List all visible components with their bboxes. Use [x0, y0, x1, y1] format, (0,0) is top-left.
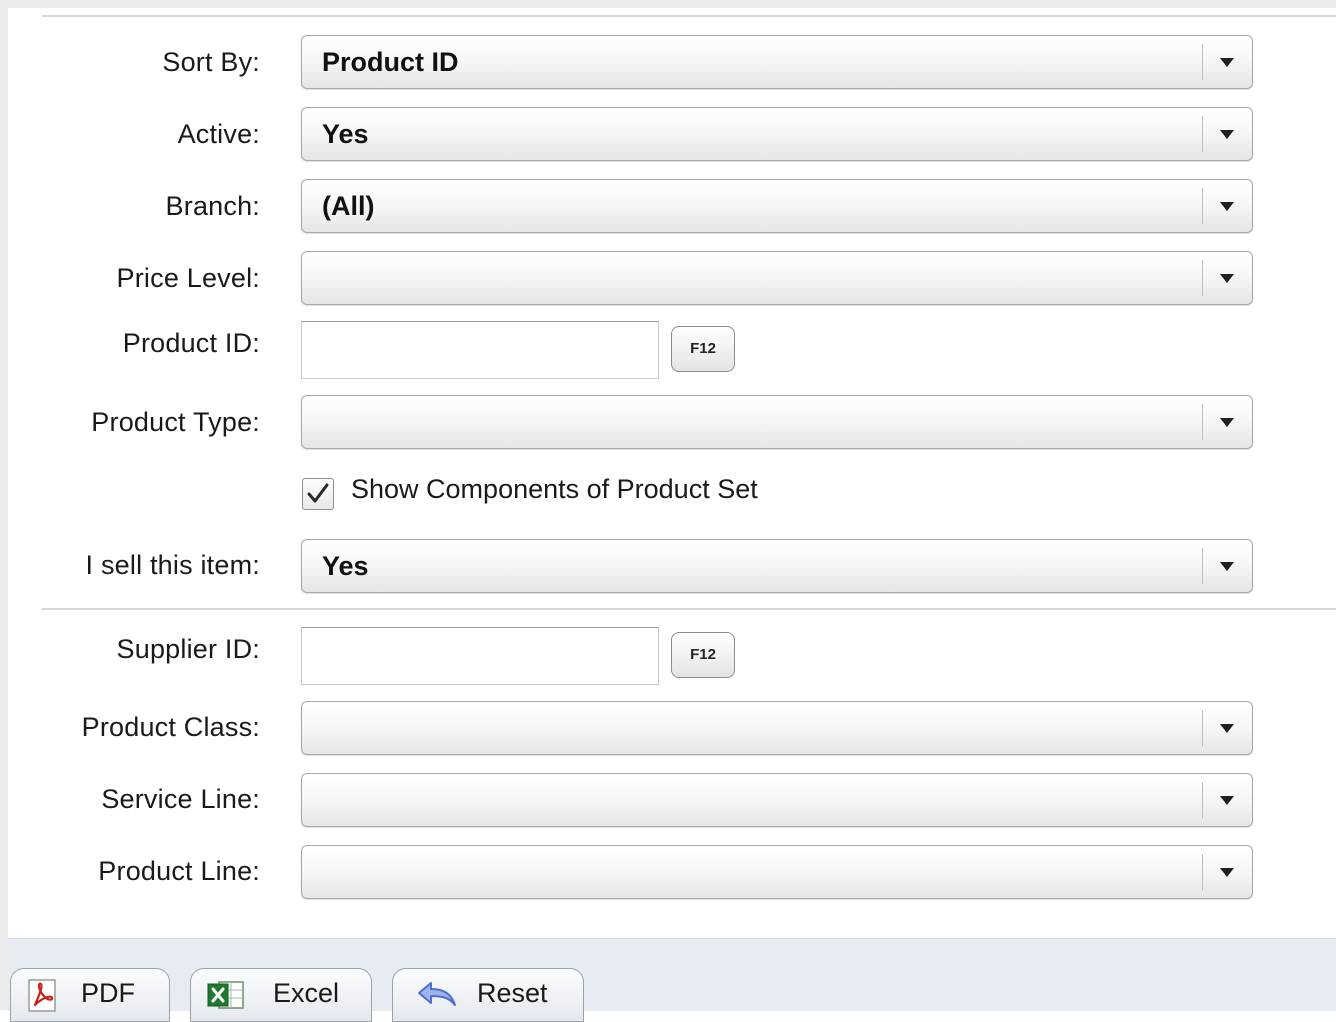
select-divider — [1202, 44, 1203, 80]
chevron-down-icon[interactable] — [1220, 202, 1234, 211]
chevron-down-icon[interactable] — [1220, 724, 1234, 733]
chevron-down-icon[interactable] — [1220, 58, 1234, 67]
service-line-select[interactable] — [301, 773, 1253, 827]
product-id-label: Product ID: — [122, 328, 260, 358]
product-class-label: Product Class: — [81, 712, 260, 742]
supplier-id-lookup-button[interactable]: F12 — [671, 632, 735, 678]
select-divider — [1202, 260, 1203, 296]
sell-item-label: I sell this item: — [85, 550, 260, 580]
reset-button-label: Reset — [477, 978, 548, 1008]
product-id-lookup-button[interactable]: F12 — [671, 326, 735, 372]
pdf-icon — [28, 979, 56, 1012]
active-label: Active: — [177, 119, 260, 149]
price-level-label: Price Level: — [116, 263, 260, 293]
sort-by-select[interactable]: Product ID — [301, 35, 1253, 89]
reset-button[interactable]: Reset — [392, 968, 584, 1022]
product-type-select[interactable] — [301, 395, 1253, 449]
section-divider — [42, 608, 1336, 610]
select-divider — [1202, 854, 1203, 890]
chevron-down-icon[interactable] — [1220, 868, 1234, 877]
excel-icon — [207, 981, 244, 1009]
section-divider-top — [42, 15, 1336, 17]
chevron-down-icon[interactable] — [1220, 418, 1234, 427]
chevron-down-icon[interactable] — [1220, 562, 1234, 571]
chevron-down-icon[interactable] — [1220, 796, 1234, 805]
branch-label: Branch: — [165, 191, 260, 221]
supplier-id-input[interactable] — [301, 627, 659, 685]
select-divider — [1202, 548, 1203, 584]
show-components-checkbox[interactable] — [302, 478, 334, 510]
pdf-button-label: PDF — [81, 978, 135, 1008]
excel-button-label: Excel — [273, 978, 340, 1008]
product-id-input[interactable] — [301, 321, 659, 379]
branch-value: (All) — [322, 191, 375, 221]
pdf-button[interactable]: PDF — [10, 968, 170, 1022]
checkmark-icon — [307, 483, 329, 503]
active-select[interactable]: Yes — [301, 107, 1253, 161]
select-divider — [1202, 710, 1203, 746]
service-line-label: Service Line: — [101, 784, 260, 814]
product-line-label: Product Line: — [98, 856, 260, 886]
sort-by-value: Product ID — [322, 47, 459, 77]
window-frame-top — [0, 0, 1336, 8]
branch-select[interactable]: (All) — [301, 179, 1253, 233]
select-divider — [1202, 188, 1203, 224]
excel-button[interactable]: Excel — [190, 968, 372, 1022]
sort-by-label: Sort By: — [162, 47, 260, 77]
sell-item-select[interactable]: Yes — [301, 539, 1253, 593]
active-value: Yes — [322, 119, 369, 149]
window-frame-left — [0, 0, 8, 1010]
sell-item-value: Yes — [322, 551, 369, 581]
product-type-label: Product Type: — [91, 407, 260, 437]
show-components-label[interactable]: Show Components of Product Set — [351, 474, 758, 505]
chevron-down-icon[interactable] — [1220, 130, 1234, 139]
select-divider — [1202, 404, 1203, 440]
product-class-select[interactable] — [301, 701, 1253, 755]
product-line-select[interactable] — [301, 845, 1253, 899]
supplier-id-label: Supplier ID: — [116, 634, 260, 664]
undo-arrow-icon — [418, 982, 456, 1006]
chevron-down-icon[interactable] — [1220, 274, 1234, 283]
select-divider — [1202, 782, 1203, 818]
price-level-select[interactable] — [301, 251, 1253, 305]
select-divider — [1202, 116, 1203, 152]
